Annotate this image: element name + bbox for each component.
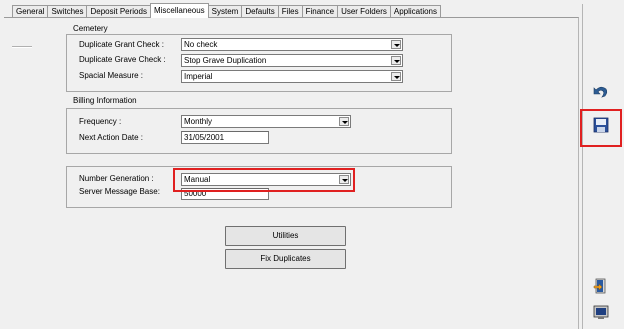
duplicate-grave-value: Stop Grave Duplication [184, 56, 267, 65]
duplicate-grant-value: No check [184, 40, 218, 49]
duplicate-grant-select[interactable]: No check [181, 38, 403, 51]
next-action-date-label: Next Action Date : [79, 133, 144, 142]
monitor-icon[interactable] [592, 303, 610, 321]
utilities-button[interactable]: Utilities [225, 226, 346, 246]
frequency-value: Monthly [184, 117, 213, 126]
frequency-select[interactable]: Monthly [181, 115, 351, 128]
spacial-measure-value: Imperial [184, 72, 213, 81]
divider [12, 46, 32, 48]
frequency-label: Frequency : [79, 117, 122, 126]
tab-miscellaneous[interactable]: Miscellaneous [149, 3, 209, 18]
chevron-down-icon[interactable] [391, 40, 401, 49]
fix-duplicates-button[interactable]: Fix Duplicates [225, 249, 346, 269]
spacial-measure-label: Spacial Measure : [79, 71, 144, 80]
next-action-date-input[interactable]: 31/05/2001 [181, 131, 269, 144]
undo-icon[interactable] [592, 83, 610, 101]
number-generation-label: Number Generation : [79, 174, 154, 183]
cemetery-group-title: Cemetery [73, 24, 108, 33]
duplicate-grave-select[interactable]: Stop Grave Duplication [181, 54, 403, 67]
server-message-base-label: Server Message Base: [79, 187, 160, 196]
tab-strip: General Switches Deposit Periods Miscell… [12, 3, 441, 18]
duplicate-grave-label: Duplicate Grave Check : [79, 55, 166, 64]
chevron-down-icon[interactable] [391, 72, 401, 81]
spacial-measure-select[interactable]: Imperial [181, 70, 403, 83]
chevron-down-icon[interactable] [391, 56, 401, 65]
chevron-down-icon[interactable] [339, 117, 349, 126]
billing-group-title: Billing Information [73, 96, 137, 105]
exit-door-icon[interactable] [592, 277, 610, 295]
highlight-box [173, 168, 355, 192]
save-icon[interactable] [592, 116, 610, 134]
duplicate-grant-label: Duplicate Grant Check : [79, 40, 164, 49]
